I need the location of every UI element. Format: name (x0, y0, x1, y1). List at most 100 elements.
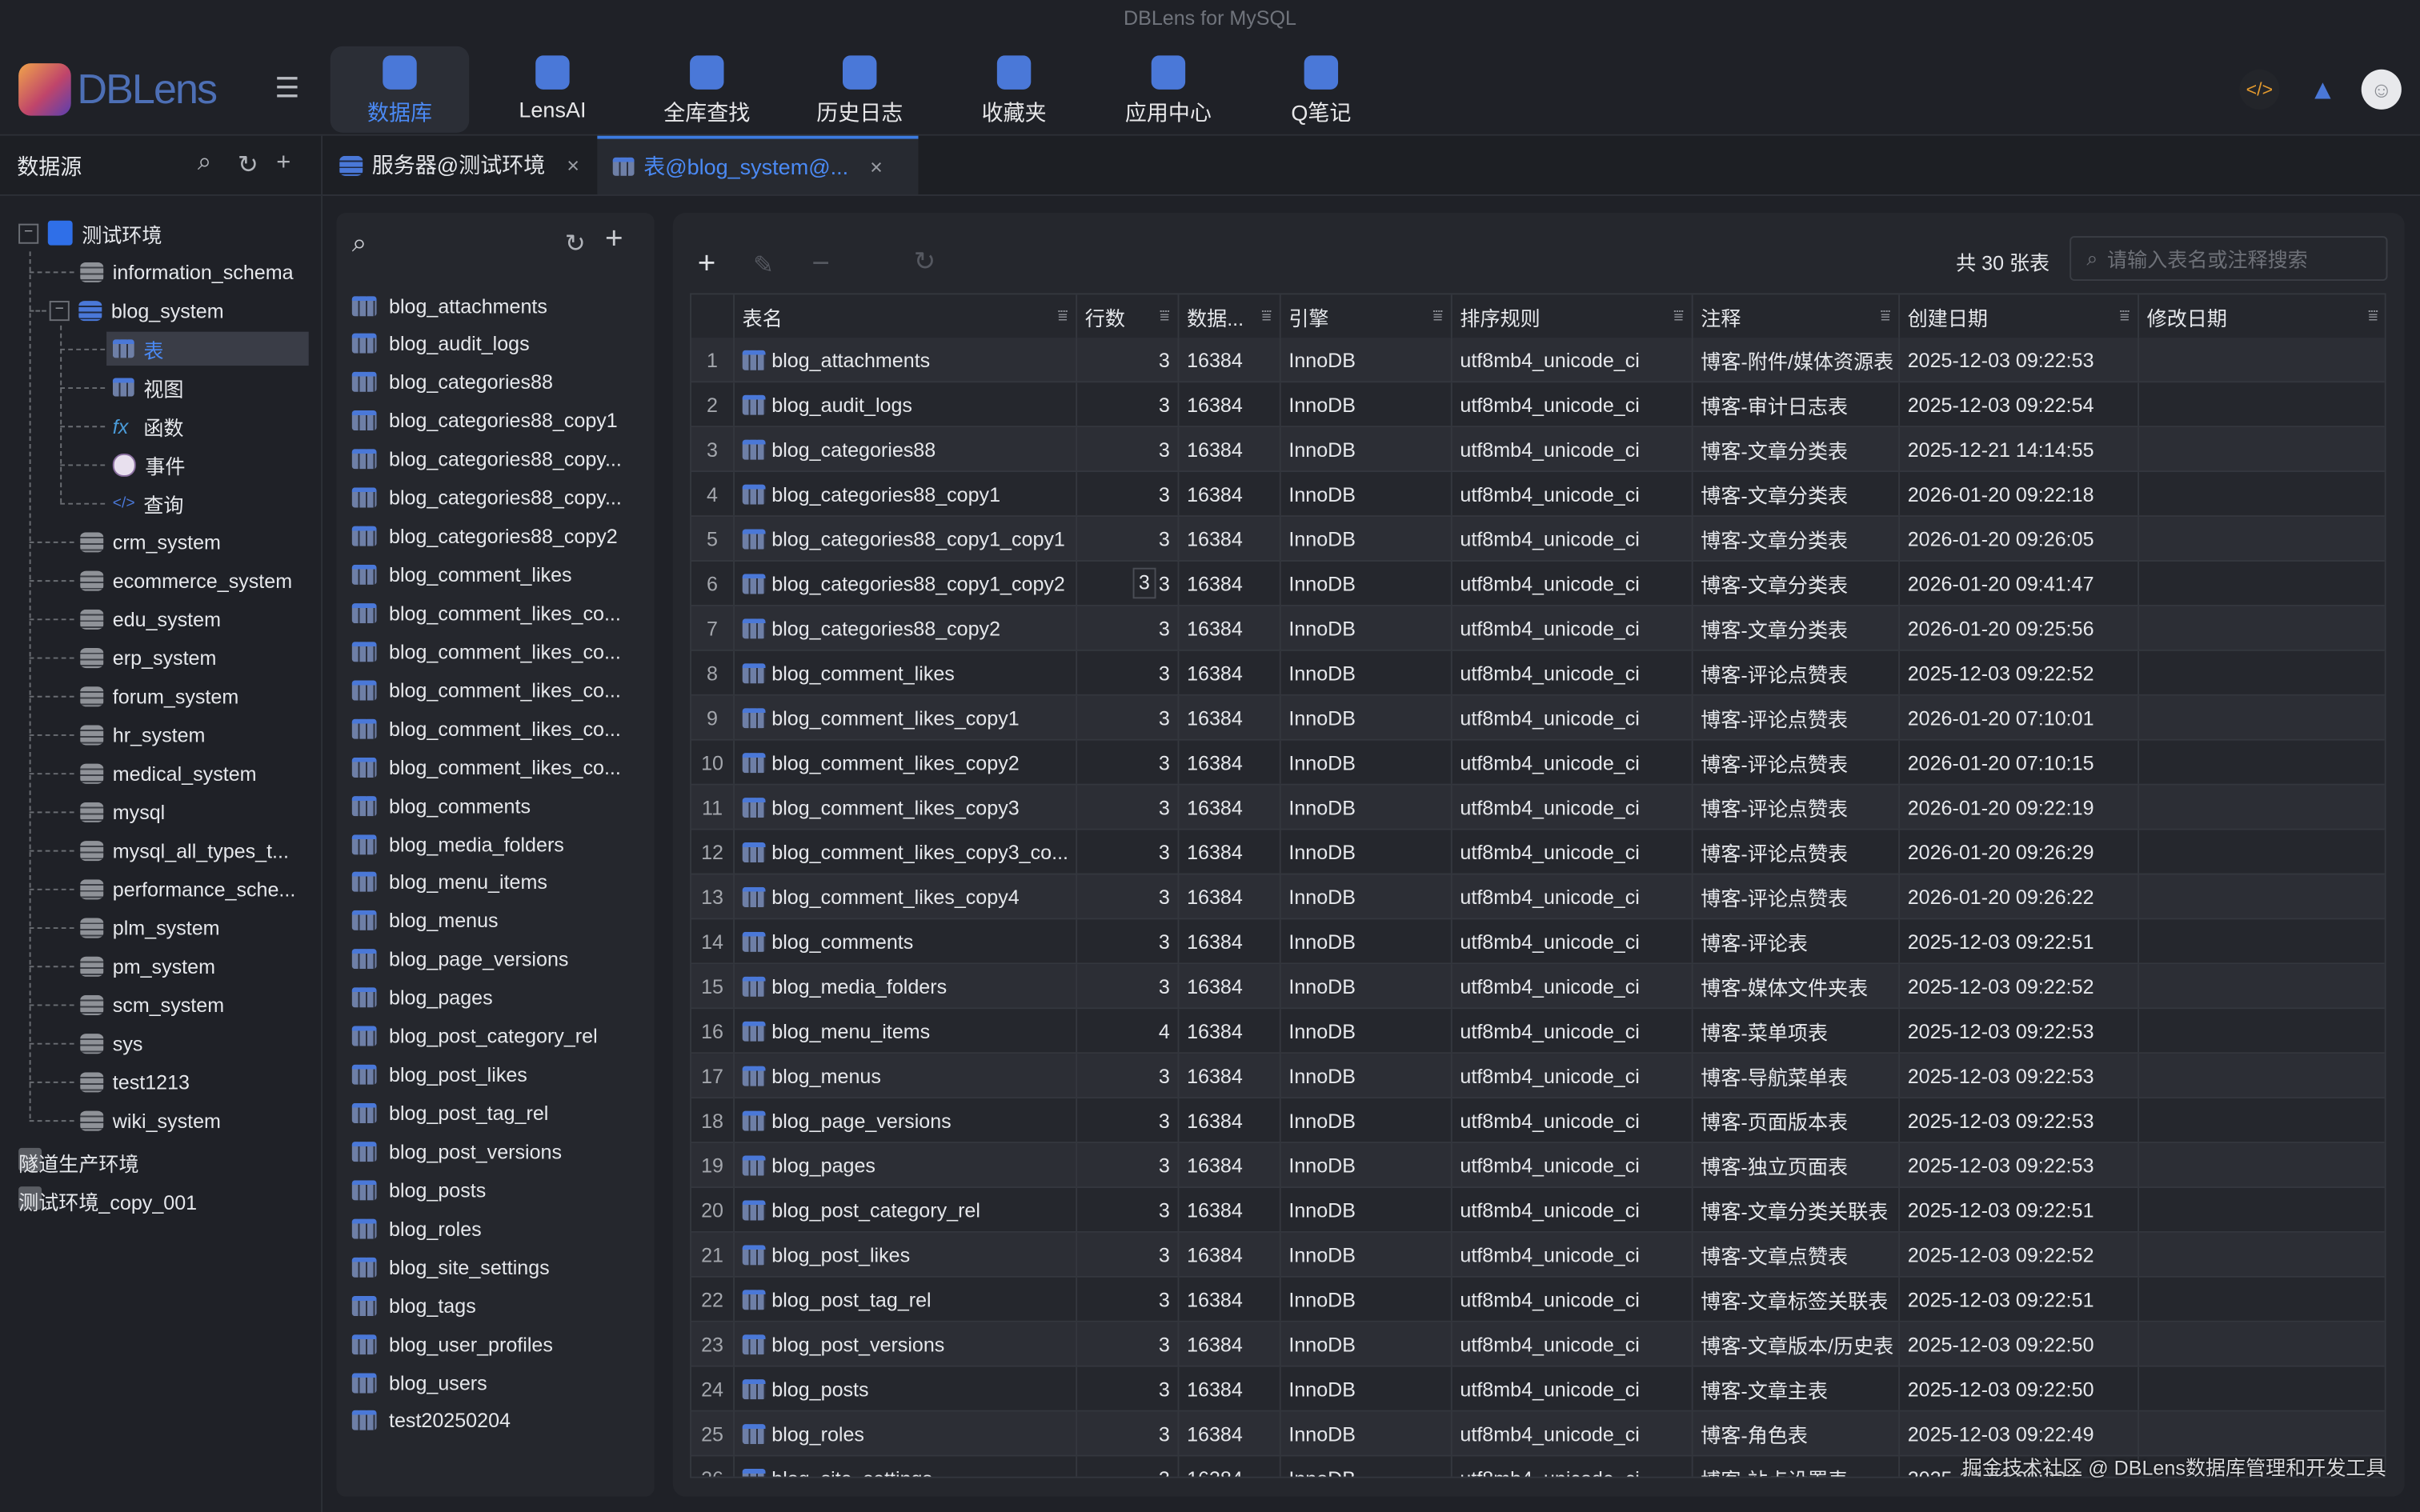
table-list-item[interactable]: blog_attachments (352, 289, 547, 322)
table-list-item[interactable]: test20250204 (352, 1404, 511, 1438)
table-list-item[interactable]: blog_post_likes (352, 1058, 527, 1091)
tree-db[interactable]: ecommerce_system (80, 563, 292, 597)
tree-db[interactable]: mysql (80, 794, 165, 828)
table-row[interactable]: 16blog_menu_items416384InnoDButf8mb4_uni… (691, 1009, 2386, 1054)
table-name[interactable]: blog_comment_likes_copy2 (735, 741, 1077, 784)
tree-db[interactable]: forum_system (80, 679, 238, 713)
column-header[interactable]: 引擎⩸ (1281, 294, 1452, 338)
table-list-item[interactable]: blog_post_tag_rel (352, 1096, 549, 1130)
table-name[interactable]: blog_categories88_copy1_copy2 (735, 562, 1077, 605)
tree-db[interactable]: sys (80, 1026, 142, 1059)
tab-table-list[interactable]: 表@blog_system@... × (597, 136, 918, 194)
table-row[interactable]: 20blog_post_category_rel316384InnoDButf8… (691, 1188, 2386, 1233)
tree-db[interactable]: mysql_all_types_t... (80, 833, 289, 866)
collapse-icon[interactable]: − (18, 223, 38, 243)
table-name[interactable]: blog_comment_likes_copy3 (735, 786, 1077, 829)
filter-icon[interactable]: ⩸ (2368, 306, 2378, 326)
tree-root-test-env[interactable]: −测试环境 (18, 216, 162, 250)
collapse-menu-icon[interactable]: ☰ (274, 75, 306, 100)
table-list-item[interactable]: blog_comment_likes_co... (352, 711, 621, 745)
table-list-item[interactable]: blog_roles (352, 1212, 482, 1246)
table-row[interactable]: 4blog_categories88_copy1316384InnoDButf8… (691, 472, 2386, 517)
table-list-item[interactable]: blog_audit_logs (352, 327, 530, 361)
table-row[interactable]: 17blog_menus316384InnoDButf8mb4_unicode_… (691, 1054, 2386, 1098)
table-list-item[interactable]: blog_categories88_copy... (352, 442, 622, 476)
refresh-icon[interactable]: ↻ (565, 228, 586, 259)
remove-icon[interactable]: − (811, 247, 830, 282)
tree-db[interactable]: edu_system (80, 602, 221, 635)
table-list-item[interactable]: blog_post_category_rel (352, 1019, 598, 1053)
close-icon[interactable]: × (567, 153, 579, 178)
table-row[interactable]: 18blog_page_versions316384InnoDButf8mb4_… (691, 1098, 2386, 1143)
column-header[interactable]: 创建日期⩸ (1900, 294, 2139, 338)
tree-db[interactable]: plm_system (80, 910, 219, 944)
tree-connection[interactable]: 测试环境_copy_001 (18, 1180, 42, 1214)
table-list-item[interactable]: blog_categories88_copy2 (352, 519, 618, 553)
table-row[interactable]: 15blog_media_folders316384InnoDButf8mb4_… (691, 964, 2386, 1009)
nav-database-search[interactable]: 全库查找 (637, 46, 776, 133)
table-list-item[interactable]: blog_media_folders (352, 827, 564, 861)
table-name[interactable]: blog_categories88 (735, 427, 1077, 470)
nav-history-log[interactable]: 历史日志 (790, 46, 929, 133)
column-header[interactable]: 数据...⩸ (1179, 294, 1280, 338)
table-name[interactable]: blog_comments (735, 919, 1077, 962)
table-search-input[interactable]: ⌕ 请输入表名或注释搜索 (2069, 236, 2387, 281)
table-row[interactable]: 8blog_comment_likes316384InnoDButf8mb4_u… (691, 651, 2386, 696)
table-name[interactable]: blog_menu_items (735, 1009, 1077, 1052)
tree-db[interactable]: information_schema (80, 254, 293, 288)
table-row[interactable]: 3blog_categories88316384InnoDButf8mb4_un… (691, 427, 2386, 472)
table-name[interactable]: blog_post_versions (735, 1322, 1077, 1366)
table-row[interactable]: 24blog_posts316384InnoDButf8mb4_unicode_… (691, 1367, 2386, 1412)
table-list-item[interactable]: blog_users (352, 1366, 487, 1399)
tree-db[interactable]: performance_sche... (80, 872, 295, 906)
filter-icon[interactable]: ⩸ (1160, 306, 1170, 326)
table-row[interactable]: 12blog_comment_likes_copy3_co...316384In… (691, 830, 2386, 875)
tree-db[interactable]: medical_system (80, 756, 256, 790)
nav-database[interactable]: 数据库 (331, 46, 470, 133)
filter-icon[interactable]: ⩸ (1058, 306, 1068, 326)
search-icon[interactable]: ⌕ (198, 150, 211, 178)
add-icon[interactable]: + (698, 247, 716, 282)
tree-connection[interactable]: 隧道生产环境 (18, 1142, 42, 1175)
column-header[interactable]: 修改日期⩸ (2139, 294, 2386, 338)
table-row[interactable]: 21blog_post_likes316384InnoDButf8mb4_uni… (691, 1233, 2386, 1278)
table-list-item[interactable]: blog_categories88_copy... (352, 481, 622, 514)
table-name[interactable]: blog_media_folders (735, 964, 1077, 1007)
tree-db[interactable]: erp_system (80, 640, 216, 674)
tree-db[interactable]: pm_system (80, 949, 215, 982)
table-name[interactable]: blog_categories88_copy2 (735, 606, 1077, 650)
table-name[interactable]: blog_page_versions (735, 1098, 1077, 1142)
filter-icon[interactable]: ⩸ (1673, 306, 1684, 326)
table-name[interactable]: blog_audit_logs (735, 382, 1077, 426)
table-list-item[interactable]: blog_categories88 (352, 366, 553, 399)
table-row[interactable]: 13blog_comment_likes_copy4316384InnoDBut… (691, 874, 2386, 919)
table-list-item[interactable]: blog_comments (352, 789, 531, 822)
table-name[interactable]: blog_menus (735, 1054, 1077, 1097)
filter-icon[interactable]: ⩸ (1432, 306, 1443, 326)
table-list-item[interactable]: blog_comment_likes_co... (352, 596, 621, 630)
nav-app-center[interactable]: 应用中心 (1099, 46, 1238, 133)
table-name[interactable]: blog_roles (735, 1412, 1077, 1455)
close-icon[interactable]: × (870, 154, 883, 179)
table-list-item[interactable]: blog_posts (352, 1173, 487, 1206)
filter-icon[interactable]: ⩸ (1261, 306, 1272, 326)
code-icon[interactable]: </> (2239, 70, 2279, 110)
tree-node[interactable]: 视图 (106, 370, 183, 404)
table-name[interactable]: blog_comment_likes_copy1 (735, 696, 1077, 739)
table-list-item[interactable]: blog_categories88_copy1 (352, 404, 618, 438)
table-list-item[interactable]: blog_site_settings (352, 1250, 550, 1284)
filter-icon[interactable]: ⩸ (2119, 306, 2130, 326)
table-row[interactable]: 19blog_pages316384InnoDButf8mb4_unicode_… (691, 1143, 2386, 1188)
tree-node[interactable]: </>查询 (106, 486, 183, 519)
table-name[interactable]: blog_post_tag_rel (735, 1278, 1077, 1321)
table-list-item[interactable]: blog_page_versions (352, 942, 569, 976)
table-name[interactable]: blog_post_likes (735, 1233, 1077, 1276)
tab-server[interactable]: 服务器@测试环境 × (324, 136, 595, 194)
column-header[interactable]: 行数⩸ (1077, 294, 1179, 338)
tree-db-open[interactable]: −blog_system (50, 293, 224, 326)
table-list-item[interactable]: blog_comment_likes (352, 558, 572, 591)
table-name[interactable]: blog_comment_likes_copy4 (735, 874, 1077, 918)
table-row[interactable]: 25blog_roles316384InnoDButf8mb4_unicode_… (691, 1412, 2386, 1457)
nav-robot[interactable]: LensAI (483, 46, 623, 133)
table-list-item[interactable]: blog_comment_likes_co... (352, 634, 621, 668)
